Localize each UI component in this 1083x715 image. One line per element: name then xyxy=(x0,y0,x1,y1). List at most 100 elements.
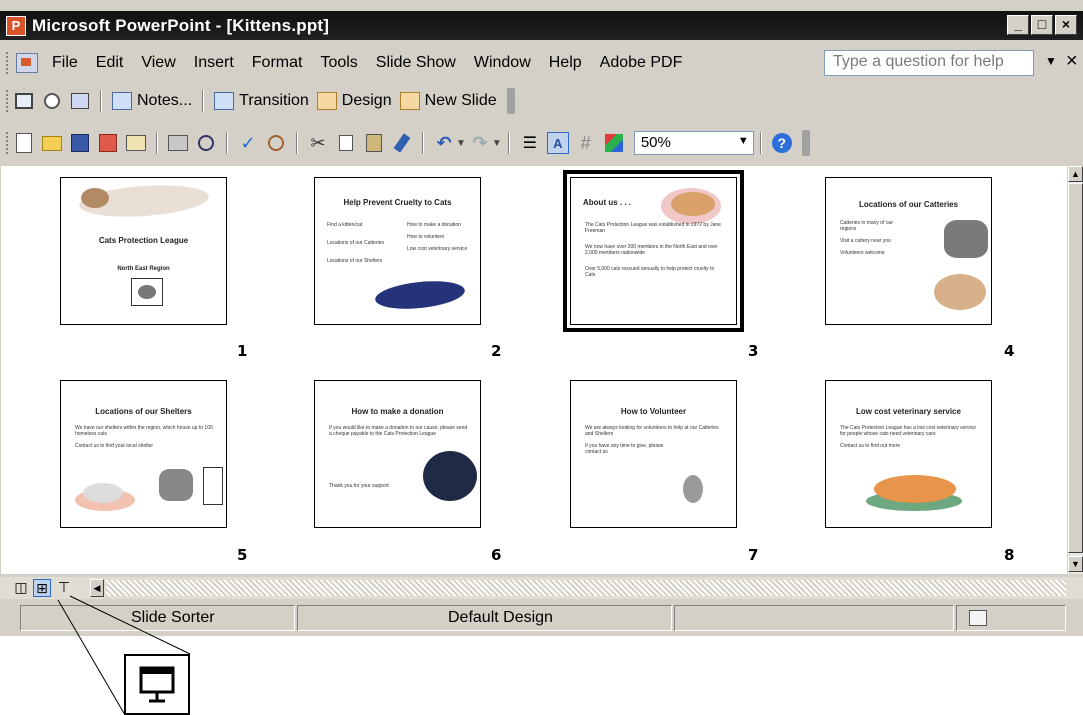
menu-insert[interactable]: Insert xyxy=(194,54,234,72)
design-label: Design xyxy=(341,92,392,109)
zoom-select[interactable]: 50% ▼ xyxy=(633,131,754,155)
slide-5-bullet: Contact us to find your local shelter xyxy=(75,443,154,449)
toolbar2-options-icon[interactable] xyxy=(801,130,810,156)
transition-icon xyxy=(214,92,235,110)
slide-sorter-view-icon[interactable]: ⊞ xyxy=(33,579,51,597)
powerpoint-app-icon[interactable]: P xyxy=(6,15,26,36)
summary-slide-icon[interactable] xyxy=(69,90,91,112)
transition-label: Transition xyxy=(239,92,309,109)
menu-window[interactable]: Window xyxy=(474,54,531,72)
menu-slide-show[interactable]: Slide Show xyxy=(376,54,456,72)
toolbar1-grip[interactable] xyxy=(6,90,10,112)
slide-number: 4 xyxy=(1004,342,1015,360)
print-preview-icon[interactable] xyxy=(195,132,217,154)
document-close-button[interactable]: × xyxy=(1066,50,1078,73)
undo-dropdown-icon[interactable]: ▼ xyxy=(456,138,466,149)
slide-thumbnail-8[interactable]: Low cost veterinary service The Cats Pro… xyxy=(825,380,992,528)
slide-2-bullet: Find a kitten/cat xyxy=(327,222,363,228)
slide-thumbnail-7[interactable]: How to Volunteer We are always looking f… xyxy=(570,380,737,528)
zoom-dropdown-icon[interactable]: ▼ xyxy=(738,135,749,147)
help-dropdown-icon[interactable]: ▼ xyxy=(1045,54,1057,68)
maximize-button[interactable]: □ xyxy=(1031,15,1053,35)
document-icon[interactable] xyxy=(16,53,38,73)
toolbar-separator xyxy=(296,132,298,154)
grid-icon[interactable]: # xyxy=(575,132,597,154)
slide-4-bullet: Catteries in many of our regions xyxy=(840,220,894,232)
menu-edit[interactable]: Edit xyxy=(96,54,124,72)
format-painter-icon[interactable] xyxy=(391,132,413,154)
copy-icon[interactable] xyxy=(335,132,357,154)
title-bar[interactable]: P Microsoft PowerPoint - [Kittens.ppt] _… xyxy=(0,11,1083,40)
status-bar: Slide Sorter Default Design xyxy=(0,602,1083,634)
redo-icon[interactable]: ↷ xyxy=(469,132,491,154)
scroll-thumb[interactable] xyxy=(1068,183,1083,553)
menu-adobe-pdf[interactable]: Adobe PDF xyxy=(600,54,683,72)
close-button[interactable]: × xyxy=(1055,15,1077,35)
slide-thumbnail-1[interactable]: Cats Protection League North East Region xyxy=(60,177,227,325)
menu-bar: File Edit View Insert Format Tools Slide… xyxy=(0,46,1083,80)
notes-button[interactable]: Notes... xyxy=(112,92,192,110)
slide-number: 8 xyxy=(1004,546,1015,564)
cut-icon[interactable]: ✂ xyxy=(307,132,329,154)
powerpoint-window: P Microsoft PowerPoint - [Kittens.ppt] _… xyxy=(0,0,1083,636)
slide-4-bullet: Visit a cattery near you xyxy=(840,238,891,244)
slide-number: 1 xyxy=(237,342,248,360)
email-icon[interactable] xyxy=(125,132,147,154)
map-image xyxy=(159,469,193,501)
menu-tools[interactable]: Tools xyxy=(320,54,357,72)
scroll-up-icon[interactable]: ▲ xyxy=(1068,166,1083,182)
help-search-input[interactable]: Type a question for help xyxy=(824,50,1034,76)
research-icon[interactable] xyxy=(265,132,287,154)
help-icon[interactable]: ? xyxy=(771,132,793,154)
normal-view-icon[interactable]: ◫ xyxy=(12,579,30,597)
menubar-grip[interactable] xyxy=(6,52,10,74)
new-icon[interactable] xyxy=(13,132,35,154)
toolbar2-grip[interactable] xyxy=(6,132,10,154)
slide-thumbnail-4[interactable]: Locations of our Catteries Catteries in … xyxy=(825,177,992,325)
notes-label: Notes... xyxy=(137,92,193,109)
toolbar1-options-icon[interactable] xyxy=(506,88,515,114)
menu-format[interactable]: Format xyxy=(252,54,303,72)
slide-thumbnail-6[interactable]: How to make a donation If you would like… xyxy=(314,380,481,528)
slide-thumbnail-3[interactable]: About us . . . The Cats Protection Leagu… xyxy=(563,170,744,332)
minimize-button[interactable]: _ xyxy=(1007,15,1029,35)
toolbar-separator xyxy=(422,132,424,154)
vertical-scrollbar[interactable]: ▲ ▼ xyxy=(1068,166,1083,574)
show-formatting-icon[interactable]: A xyxy=(546,132,569,154)
menu-help[interactable]: Help xyxy=(549,54,582,72)
slide-thumbnail-5[interactable]: Locations of our Shelters We have our sh… xyxy=(60,380,227,528)
undo-icon[interactable]: ↶ xyxy=(433,132,455,154)
print-icon[interactable] xyxy=(167,132,189,154)
slide-sorter-pane: Cats Protection League North East Region… xyxy=(1,166,1067,574)
slide-number: 6 xyxy=(491,546,502,564)
scroll-down-icon[interactable]: ▼ xyxy=(1068,556,1083,572)
menu-view[interactable]: View xyxy=(141,54,175,72)
paste-icon[interactable] xyxy=(363,132,385,154)
rehearse-timings-icon[interactable] xyxy=(41,90,63,112)
hide-slide-icon[interactable] xyxy=(13,90,35,112)
status-view: Slide Sorter xyxy=(20,605,295,631)
menu-file[interactable]: File xyxy=(52,54,78,72)
transition-button[interactable]: Transition xyxy=(214,92,309,110)
slide-7-bullet: If you have any time to give, please con… xyxy=(585,443,664,455)
design-button[interactable]: Design xyxy=(316,92,392,110)
slide-2-bullet: Locations of our Catteries xyxy=(327,240,384,246)
cat-image xyxy=(373,277,467,313)
expand-all-icon[interactable]: ☰ xyxy=(519,132,541,154)
new-slide-button[interactable]: New Slide xyxy=(399,92,497,110)
slide-show-view-icon[interactable]: ⊤ xyxy=(55,579,73,597)
redo-dropdown-icon[interactable]: ▼ xyxy=(492,138,502,149)
scroll-left-icon[interactable]: ◀ xyxy=(90,579,104,597)
permission-icon[interactable] xyxy=(97,132,119,154)
map-image xyxy=(944,220,988,258)
status-spelling xyxy=(956,605,1066,631)
horizontal-scroll-track[interactable] xyxy=(106,580,1066,596)
design-icon xyxy=(316,92,337,110)
color-icon[interactable] xyxy=(603,132,625,154)
window-title: Microsoft PowerPoint - [Kittens.ppt] xyxy=(32,15,330,35)
toolbar-separator xyxy=(100,90,102,112)
spelling-icon[interactable]: ✓ xyxy=(237,132,259,154)
save-icon[interactable] xyxy=(69,132,91,154)
slide-thumbnail-2[interactable]: Help Prevent Cruelty to Cats Find a kitt… xyxy=(314,177,481,325)
open-icon[interactable] xyxy=(41,132,63,154)
